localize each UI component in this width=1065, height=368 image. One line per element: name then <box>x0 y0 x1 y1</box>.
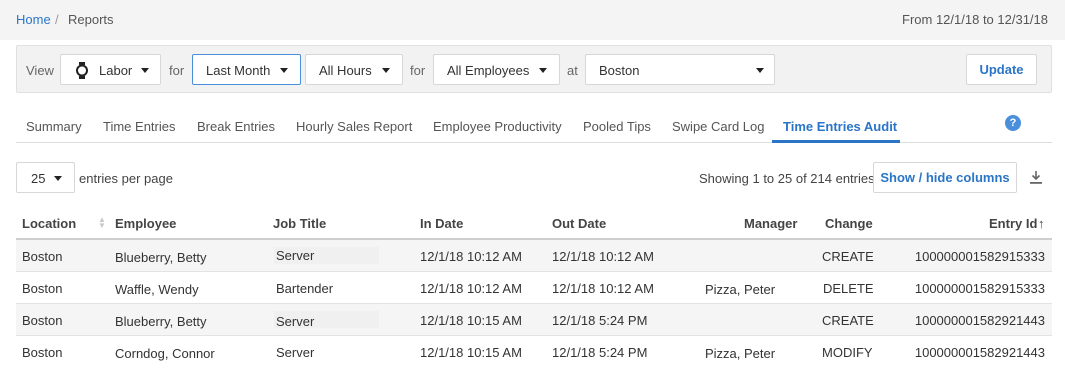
column-header-employee[interactable]: Employee <box>115 216 176 231</box>
hours-dropdown[interactable]: All Hours <box>305 54 403 85</box>
breadcrumb-home-link[interactable]: Home <box>16 12 51 27</box>
column-header-out-date[interactable]: Out Date <box>552 216 606 231</box>
update-button[interactable]: Update <box>966 54 1037 85</box>
column-header-change[interactable]: Change <box>825 216 873 231</box>
cell-location: Boston <box>22 313 63 328</box>
active-tab-indicator <box>772 140 900 143</box>
download-icon[interactable] <box>1029 170 1043 185</box>
tab-hourly-sales-report[interactable]: Hourly Sales Report <box>296 119 412 134</box>
tab-summary[interactable]: Summary <box>26 119 82 134</box>
cell-in-date: 12/1/18 10:12 AM <box>420 281 522 296</box>
cell-employee: Corndog, Connor <box>115 346 215 361</box>
cell-manager: Pizza, Peter <box>705 282 776 297</box>
view-label: View <box>26 63 54 78</box>
chevron-down-icon <box>756 68 764 73</box>
cell-entry-id: 100000001582921443 <box>914 313 1045 328</box>
entries-per-page-select[interactable]: 25 <box>16 162 75 193</box>
cell-entry-id: 100000001582921443 <box>914 345 1045 360</box>
cell-entry-id: 100000001582915333 <box>914 281 1045 296</box>
location-dropdown[interactable]: Boston <box>585 54 775 85</box>
date-range-text: From 12/1/18 to 12/31/18 <box>902 12 1048 27</box>
cell-job-title: Server <box>276 345 315 360</box>
breadcrumb-separator: / <box>55 12 59 27</box>
cell-location: Boston <box>22 249 63 264</box>
filter-bar: View Labor for Last Month All Hours for … <box>16 45 1052 93</box>
cell-job-title: Server <box>276 248 315 263</box>
tab-break-entries[interactable]: Break Entries <box>197 119 275 134</box>
table-row: Boston Blueberry, Betty Server 12/1/18 1… <box>16 304 1052 336</box>
cell-out-date: 12/1/18 10:12 AM <box>552 281 654 296</box>
cell-out-date: 12/1/18 10:12 AM <box>552 249 654 264</box>
top-bar: Home / Reports From 12/1/18 to 12/31/18 <box>0 0 1065 40</box>
tab-time-entries[interactable]: Time Entries <box>103 119 175 134</box>
cell-out-date: 12/1/18 5:24 PM <box>552 345 648 360</box>
table-row: Boston Waffle, Wendy Bartender 12/1/18 1… <box>16 272 1052 304</box>
show-hide-columns-button[interactable]: Show / hide columns <box>873 162 1017 193</box>
column-header-job-title[interactable]: Job Title <box>273 216 326 231</box>
tab-time-entries-audit[interactable]: Time Entries Audit <box>783 119 897 134</box>
per-page-value: 25 <box>31 171 46 186</box>
view-dropdown[interactable]: Labor <box>60 54 161 85</box>
cell-entry-id: 100000001582915333 <box>914 249 1045 264</box>
cell-in-date: 12/1/18 10:15 AM <box>420 345 522 360</box>
per-page-label: entries per page <box>79 171 173 186</box>
employees-dropdown[interactable]: All Employees <box>433 54 560 85</box>
column-header-in-date[interactable]: In Date <box>420 216 463 231</box>
employees-value: All Employees <box>447 63 530 78</box>
column-header-manager[interactable]: Manager <box>744 216 797 231</box>
chevron-down-icon <box>382 68 390 73</box>
tab-employee-productivity[interactable]: Employee Productivity <box>433 119 562 134</box>
question-circle-icon[interactable]: ? <box>1005 115 1021 131</box>
cell-job-title: Bartender <box>276 281 334 296</box>
for-label-1: for <box>169 63 185 78</box>
chevron-down-icon <box>280 68 288 73</box>
cell-employee: Waffle, Wendy <box>115 282 199 297</box>
cell-employee: Blueberry, Betty <box>115 314 207 329</box>
cell-change: DELETE <box>823 281 874 296</box>
for-label-2: for <box>410 63 426 78</box>
table-row: Boston Blueberry, Betty Server 12/1/18 1… <box>16 240 1052 272</box>
cell-change: CREATE <box>822 313 874 328</box>
watch-icon <box>76 62 88 79</box>
view-value: Labor <box>99 63 133 78</box>
cell-in-date: 12/1/18 10:12 AM <box>420 249 522 264</box>
location-value: Boston <box>599 63 640 78</box>
cell-location: Boston <box>22 281 63 296</box>
breadcrumb-current: Reports <box>68 12 114 27</box>
cell-location: Boston <box>22 345 63 360</box>
tab-swipe-card-log[interactable]: Swipe Card Log <box>672 119 765 134</box>
period-value: Last Month <box>206 63 271 78</box>
cell-change: CREATE <box>822 249 874 264</box>
column-header-entry-id[interactable]: Entry Id <box>989 216 1037 231</box>
hours-value: All Hours <box>319 63 372 78</box>
column-header-location[interactable]: Location <box>22 216 76 231</box>
period-dropdown[interactable]: Last Month <box>192 54 301 85</box>
cell-in-date: 12/1/18 10:15 AM <box>420 313 522 328</box>
sort-ascending-icon: ↑ <box>1038 216 1045 231</box>
chevron-down-icon <box>539 68 547 73</box>
chevron-down-icon <box>54 176 62 181</box>
report-tabs: Summary Time Entries Break Entries Hourl… <box>16 110 1052 143</box>
chevron-down-icon <box>141 68 149 73</box>
cell-manager: Pizza, Peter <box>705 346 776 361</box>
tab-pooled-tips[interactable]: Pooled Tips <box>583 119 651 134</box>
entries-count-text: Showing 1 to 25 of 214 entries <box>699 171 875 186</box>
cell-employee: Blueberry, Betty <box>115 250 207 265</box>
table-row: Boston Corndog, Connor Server 12/1/18 10… <box>16 336 1052 368</box>
sort-icon: ▲ ▼ <box>98 215 106 230</box>
cell-out-date: 12/1/18 5:24 PM <box>552 313 648 328</box>
at-label: at <box>567 63 578 78</box>
cell-job-title: Server <box>276 314 315 329</box>
cell-change: MODIFY <box>822 345 873 360</box>
